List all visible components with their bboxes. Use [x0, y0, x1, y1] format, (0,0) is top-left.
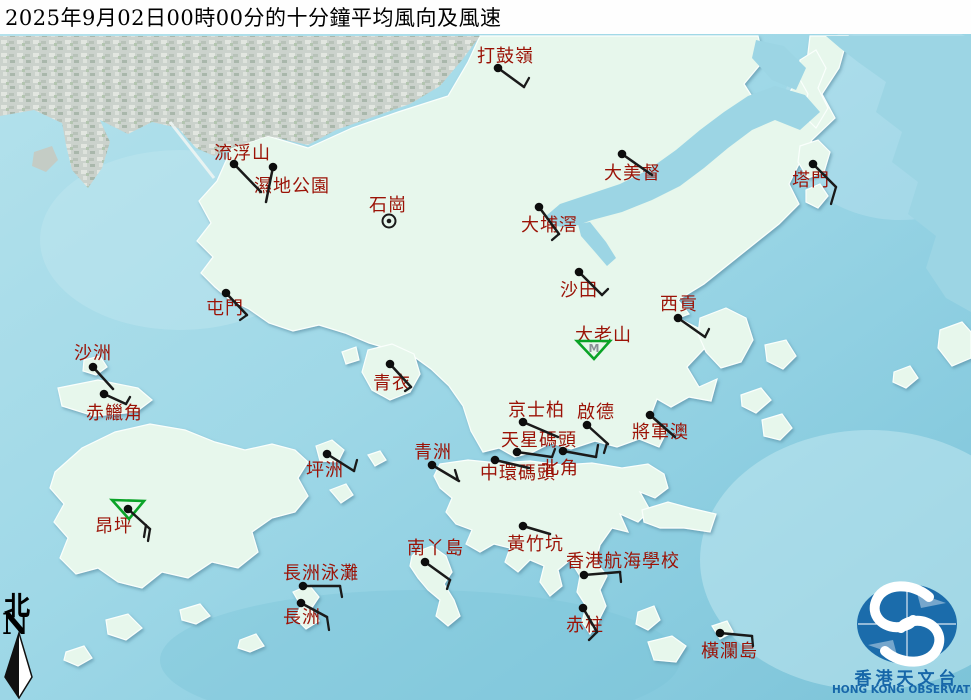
- map-title: 2025年9月02日00時00分的十分鐘平均風向及風速: [0, 0, 971, 34]
- logo-name-en: HONG KONG OBSERVATORY: [832, 684, 971, 696]
- compass-north-letter: N: [2, 607, 29, 641]
- base-map-canvas: [0, 0, 971, 700]
- weather-map: 打鼓嶺流浮山濕地公園石崗大埔滘大美督塔門沙田西貢屯門沙洲赤鱲角青衣大老山京士柏啟…: [0, 0, 971, 700]
- hko-logo: [857, 584, 957, 664]
